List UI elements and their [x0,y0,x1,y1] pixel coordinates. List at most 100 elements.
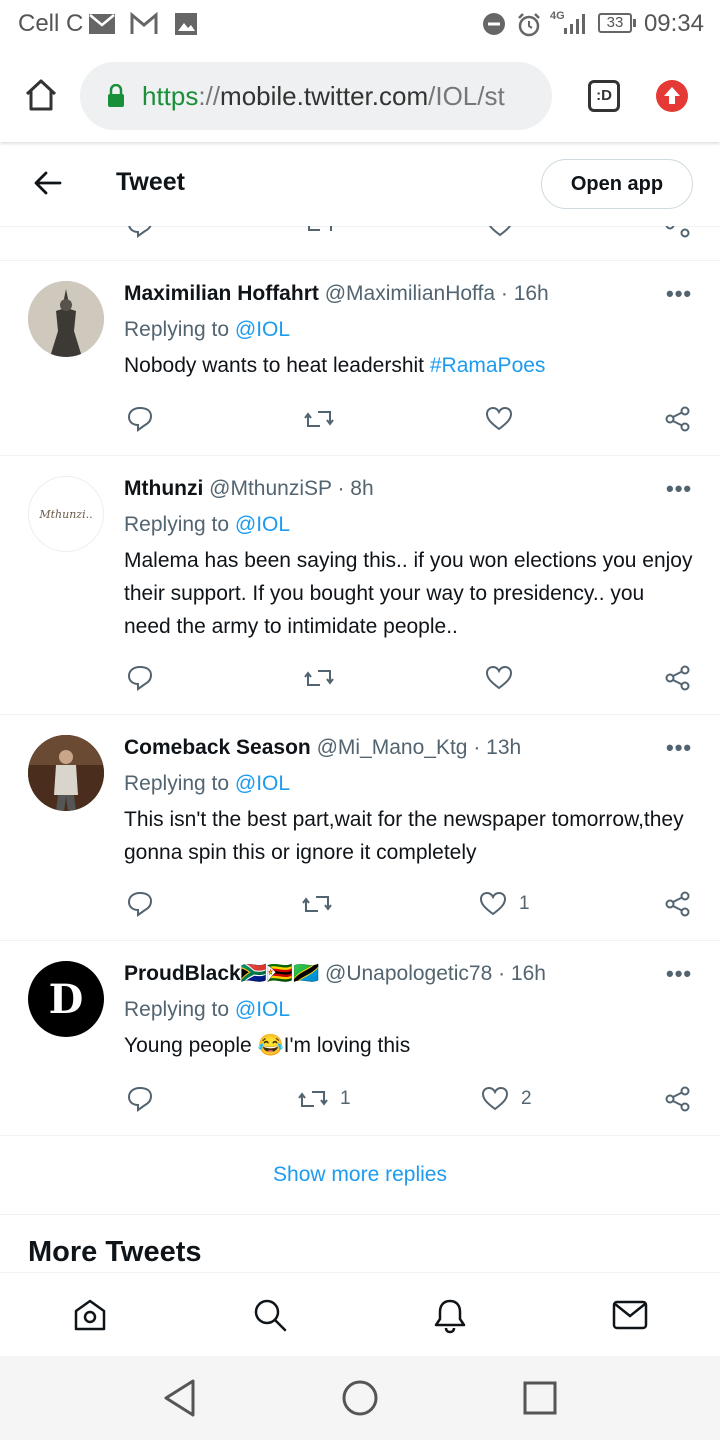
home-icon[interactable] [72,1297,108,1333]
reply-button[interactable] [126,890,154,918]
retweet-button[interactable] [304,664,346,692]
open-app-button[interactable]: Open app [541,159,693,209]
tweet-text: Nobody wants to heat leadershit #RamaPoe… [124,354,546,377]
like-icon [485,665,513,690]
share-icon [665,891,690,917]
timestamp[interactable]: · 16h [495,282,549,305]
like-button[interactable]: 2 [481,1085,532,1113]
update-icon[interactable] [656,80,688,112]
mention-link[interactable]: @IOL [235,513,290,536]
user-handle[interactable]: @MthunziSP [209,477,331,500]
author-line: Mthunzi @MthunziSP · 8h [124,477,374,501]
avatar[interactable]: D [28,961,104,1037]
reply-button[interactable] [126,405,154,433]
gmail-icon [130,12,158,34]
retweet-icon [304,670,334,686]
reply-tweet[interactable]: Comeback Season @Mi_Mano_Ktg · 13h ••• R… [0,715,720,941]
share-icon [665,665,690,691]
display-name[interactable]: ProudBlack [124,962,241,985]
reply-tweet[interactable]: D ProudBlack🇿🇦🇿🇼🇹🇿 @Unapologetic78 · 16h… [0,941,720,1136]
battery-icon: 33 [598,13,638,35]
user-handle[interactable]: @Unapologetic78 [325,962,492,985]
mention-link[interactable]: @IOL [235,318,290,341]
recents-square-icon[interactable] [522,1380,558,1416]
like-button[interactable] [485,664,525,692]
home-icon[interactable] [24,78,58,112]
author-line: ProudBlack🇿🇦🇿🇼🇹🇿 @Unapologetic78 · 16h [124,962,546,986]
replying-to: Replying to @IOL [124,318,291,341]
search-icon[interactable] [252,1297,288,1333]
retweet-icon[interactable] [306,226,334,238]
previous-tweet-actions [0,226,720,261]
reply-button[interactable] [126,1085,154,1113]
like-button[interactable] [485,405,525,433]
mail-icon [89,14,115,34]
retweet-button[interactable] [302,890,344,918]
back-arrow-icon[interactable] [34,170,62,196]
display-name-flags: 🇿🇦🇿🇼🇹🇿 [240,962,320,985]
replying-to: Replying to @IOL [124,513,291,536]
signal-icon: 4G [550,10,590,38]
share-button[interactable] [664,405,692,433]
reply-tweet[interactable]: Maximilian Hoffahrt @MaximilianHoffa · 1… [0,261,720,456]
status-bar: Cell C 4G 33 09:34 [0,0,720,50]
retweet-icon [298,1091,328,1107]
tweet-text: Malema has been saying this.. if you won… [124,549,693,638]
user-handle[interactable]: @MaximilianHoffa [325,282,495,305]
show-more-replies-link[interactable]: Show more replies [0,1136,720,1215]
retweet-icon [304,411,334,427]
like-icon [481,1086,509,1111]
page-title: Tweet [116,168,185,196]
alarm-icon [518,13,540,37]
reply-tweet[interactable]: Mthunzi.. Mthunzi @MthunziSP · 8h ••• Re… [0,456,720,715]
battery-level: 33 [598,13,632,33]
like-count: 2 [521,1088,532,1109]
share-button[interactable] [664,1085,692,1113]
messages-icon[interactable] [612,1299,648,1331]
timestamp[interactable]: · 8h [332,477,373,500]
like-icon[interactable] [486,226,514,238]
replying-to: Replying to @IOL [124,998,291,1021]
mention-link[interactable]: @IOL [235,772,290,795]
avatar[interactable] [28,281,104,357]
tab-switcher-button[interactable]: :D [588,80,620,112]
like-button[interactable]: 1 [479,890,530,918]
reply-button[interactable] [126,664,154,692]
more-options-icon[interactable]: ••• [666,281,692,307]
reply-icon [127,1086,153,1112]
share-button[interactable] [664,664,692,692]
share-icon[interactable] [664,226,692,238]
avatar[interactable]: Mthunzi.. [28,476,104,552]
timestamp[interactable]: · 16h [492,962,546,985]
retweet-icon [302,896,332,912]
display-name[interactable]: Comeback Season [124,736,311,759]
reply-icon [127,406,153,432]
share-button[interactable] [664,890,692,918]
display-name[interactable]: Mthunzi [124,477,203,500]
home-circle-icon[interactable] [340,1378,380,1418]
user-handle[interactable]: @Mi_Mano_Ktg [317,736,468,759]
display-name[interactable]: Maximilian Hoffahrt [124,282,319,305]
url-text: https://mobile.twitter.com/IOL/st [142,81,505,111]
system-navigation-bar [0,1356,720,1440]
more-options-icon[interactable]: ••• [666,735,692,761]
avatar-text: D [48,975,84,1023]
mention-link[interactable]: @IOL [235,998,290,1021]
retweet-button[interactable] [304,405,346,433]
bottom-navigation [0,1272,720,1357]
more-options-icon[interactable]: ••• [666,476,692,502]
author-line: Comeback Season @Mi_Mano_Ktg · 13h [124,736,521,760]
replying-to: Replying to @IOL [124,772,291,795]
address-bar[interactable]: https://mobile.twitter.com/IOL/st [80,62,552,130]
reply-icon[interactable] [126,226,154,238]
share-icon [665,1086,690,1112]
do-not-disturb-icon [483,13,505,35]
avatar[interactable] [28,735,104,811]
share-icon [665,406,690,432]
notifications-bell-icon[interactable] [432,1297,468,1335]
timestamp[interactable]: · 13h [467,736,521,759]
back-triangle-icon[interactable] [162,1378,198,1418]
hashtag-link[interactable]: #RamaPoes [430,354,546,377]
retweet-button[interactable]: 1 [298,1085,351,1113]
more-options-icon[interactable]: ••• [666,961,692,987]
